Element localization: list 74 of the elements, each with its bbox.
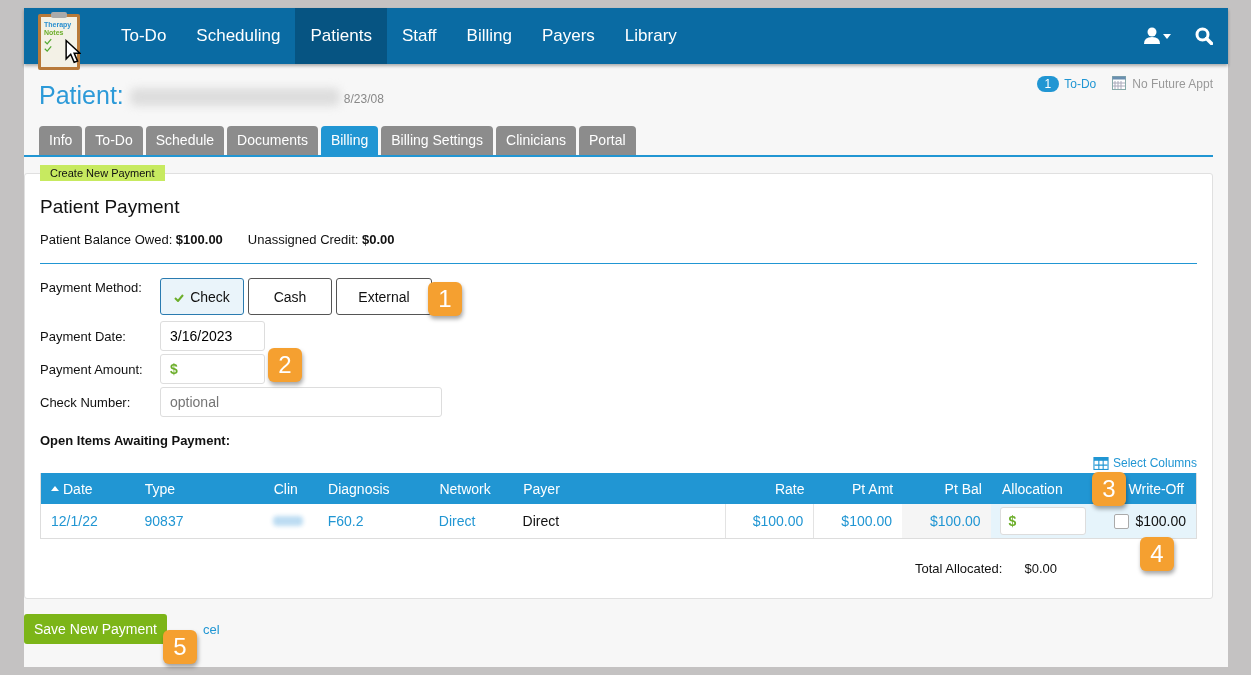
- date-field[interactable]: 3/16/2023: [160, 321, 265, 351]
- callout-badge: 4: [1140, 537, 1174, 571]
- total-label: Total Allocated:: [915, 561, 1003, 576]
- check-number-field[interactable]: optional: [160, 387, 442, 417]
- field-label: Payment Method:: [40, 280, 143, 295]
- select-columns-link[interactable]: Select Columns: [1092, 456, 1197, 470]
- column-header: Network: [439, 480, 491, 497]
- calendar-icon: [1112, 76, 1127, 90]
- column-header: Pt Amt: [852, 480, 894, 497]
- nav-item[interactable]: Payers: [526, 8, 610, 64]
- save-button[interactable]: Save New Payment: [24, 614, 167, 644]
- user-menu-icon[interactable]: [1143, 27, 1173, 45]
- nav-item[interactable]: Patients: [295, 8, 387, 64]
- payment-method-button[interactable]: External: [336, 278, 432, 315]
- write-off-amount: $100.00: [1135, 513, 1186, 529]
- tab[interactable]: Billing Settings: [381, 126, 494, 155]
- table-cell: $100.00: [901, 504, 991, 538]
- tab[interactable]: To-Do: [85, 126, 143, 155]
- callout-badge: 5: [163, 630, 197, 664]
- todo-link[interactable]: To-Do: [1064, 77, 1097, 91]
- balance-owed: Patient Balance Owed: $100.00: [40, 232, 223, 247]
- tab[interactable]: Documents: [227, 126, 318, 155]
- sort-up-icon[interactable]: [51, 486, 59, 491]
- column-header: Write-Off: [1128, 480, 1184, 497]
- section-tag: Create New Payment: [40, 165, 165, 181]
- column-header[interactable]: Date: [63, 480, 93, 497]
- redacted-clinician: [273, 516, 304, 526]
- tab[interactable]: Schedule: [145, 126, 225, 155]
- column-header: Diagnosis: [328, 480, 390, 497]
- tab[interactable]: Info: [39, 126, 83, 155]
- panel-title: Patient Payment: [40, 196, 181, 218]
- amount-field[interactable]: $: [160, 354, 265, 384]
- tab[interactable]: Clinicians: [496, 126, 577, 155]
- cancel-link[interactable]: cel: [202, 621, 220, 637]
- tab[interactable]: Billing: [320, 126, 379, 155]
- column-header: Payer: [523, 480, 560, 497]
- diagnosis-link[interactable]: F60.2: [317, 504, 429, 538]
- date-link[interactable]: 12/1/22: [41, 504, 135, 538]
- appointment-status: No Future Appt: [1132, 77, 1213, 91]
- search-icon[interactable]: [1195, 27, 1213, 45]
- type-link[interactable]: 90837: [134, 504, 264, 538]
- callout-badge: 2: [268, 348, 302, 382]
- column-header: Allocation: [1001, 480, 1063, 497]
- write-off-checkbox[interactable]: [1114, 513, 1130, 529]
- column-header: Clin: [273, 480, 298, 497]
- unassigned-credit: Unassigned Credit: $0.00: [247, 232, 395, 247]
- nav-item[interactable]: To-Do: [106, 8, 182, 64]
- network-link[interactable]: Direct: [428, 504, 513, 538]
- table-cell: $100.00: [813, 504, 902, 538]
- page-title: Patient:: [39, 80, 124, 110]
- callout-badge: 3: [1092, 472, 1126, 506]
- table-cell-text: Direct: [521, 512, 561, 531]
- column-header: Pt Bal: [944, 480, 982, 497]
- payment-method-button[interactable]: Cash: [248, 278, 332, 315]
- field-label: Payment Date:: [40, 328, 127, 344]
- column-header: Type: [144, 480, 175, 497]
- field-label: Payment Amount:: [40, 361, 144, 377]
- column-header: Rate: [774, 480, 805, 497]
- table-cell: $100.00: [724, 504, 814, 538]
- todo-count-badge: 1: [1036, 76, 1060, 92]
- field-label: Check Number:: [40, 394, 132, 410]
- nav-item[interactable]: Scheduling: [181, 8, 296, 64]
- nav-item[interactable]: Billing: [451, 8, 527, 64]
- total-value: $0.00: [1024, 561, 1057, 576]
- payment-method-button[interactable]: Check: [160, 278, 244, 315]
- allocation-field[interactable]: $: [999, 507, 1086, 535]
- tab[interactable]: Portal: [579, 126, 636, 155]
- table-grid-icon: [1092, 456, 1109, 470]
- nav-item[interactable]: Staff: [386, 8, 452, 64]
- check-icon: [174, 293, 185, 302]
- nav-item[interactable]: Library: [609, 8, 692, 64]
- callout-badge: 1: [428, 282, 462, 316]
- birth-date: 8/23/08: [343, 92, 384, 106]
- section-title: Open Items Awaiting Payment:: [40, 433, 231, 448]
